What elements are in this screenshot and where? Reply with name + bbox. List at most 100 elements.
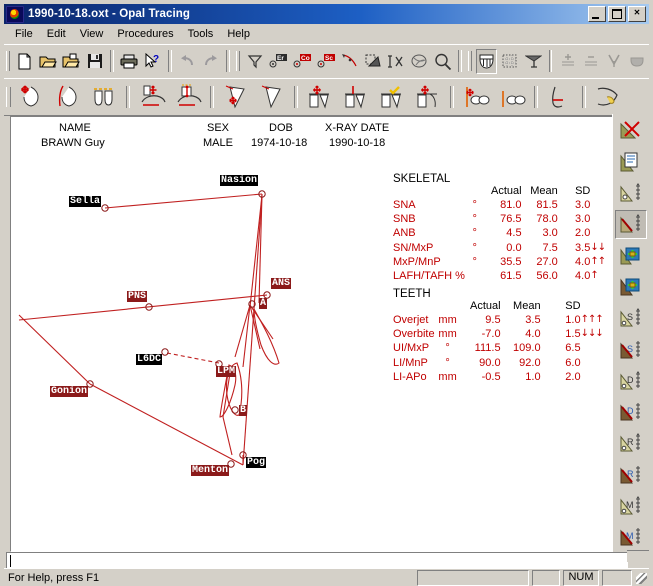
landmark-label-a: A [259, 298, 268, 309]
report-button[interactable] [615, 147, 647, 176]
down-arrow-tool-button[interactable] [604, 49, 625, 74]
analysis-measure-filled-button[interactable] [615, 209, 647, 240]
tip-upper-incisor-button[interactable] [339, 81, 373, 113]
undo-button[interactable] [177, 49, 198, 74]
rotate-profile-button[interactable] [51, 81, 85, 113]
row-unit [465, 269, 484, 283]
table-row: LAFH/TAFH % 61.5 56.0 4.0 ↑ [393, 269, 613, 283]
skeletal-s-filled-button[interactable]: S [615, 335, 647, 364]
row-sd: 2.0 [565, 370, 581, 383]
ratio-r-button[interactable]: R [615, 429, 647, 458]
move-upper-incisor-button[interactable] [303, 81, 337, 113]
measure-m-button[interactable]: M [615, 491, 647, 520]
row-mean: 92.0 [519, 356, 541, 369]
row-unit: ° [445, 356, 450, 369]
toolbar-separator [582, 86, 586, 108]
row-actual: 111.5 [474, 342, 501, 355]
corrected-landmark-button[interactable]: Co [291, 49, 313, 74]
curve-tool-button[interactable] [339, 49, 360, 74]
landmark-label-l6dc: L6DC [136, 354, 163, 365]
table-row: SNB ° 76.5 78.0 3.0 [393, 212, 613, 226]
maximize-button[interactable] [608, 6, 626, 22]
row-sd: 6.5 [565, 342, 581, 355]
row-mean: 78.0 [536, 213, 558, 226]
redo-button[interactable] [200, 49, 221, 74]
teeth-title: TEETH [393, 288, 431, 300]
menu-procedures[interactable]: Procedures [110, 26, 180, 42]
row-flag [581, 356, 607, 370]
menu-help[interactable]: Help [220, 26, 257, 42]
superimpose-alt-button[interactable] [615, 272, 647, 301]
show-grid-button[interactable] [499, 49, 520, 74]
toolbar-grip[interactable] [467, 51, 473, 71]
vertical-mandible-button[interactable] [171, 81, 205, 113]
row-sd: 4.0 [575, 270, 591, 283]
measure-m-filled-button[interactable]: M [615, 523, 647, 552]
open-file-button[interactable] [38, 49, 59, 74]
landmark-label-sella: Sella [69, 196, 102, 207]
toolbar-separator [210, 86, 214, 108]
table-row: Overjet mm 9.5 3.5 1.0 ↑↑↑ [393, 313, 607, 327]
outline-tool-button[interactable] [409, 49, 430, 74]
show-tracing-button[interactable] [523, 49, 544, 74]
minimize-button[interactable] [588, 6, 606, 22]
status-panel-2 [532, 569, 560, 586]
close-button[interactable]: ✕ [628, 6, 646, 22]
svg-text:S: S [627, 312, 633, 322]
measure-distance-button[interactable] [386, 49, 407, 74]
print-button[interactable] [119, 49, 140, 74]
save-button[interactable] [84, 49, 105, 74]
status-panel-1 [417, 569, 529, 586]
row-actual: 9.5 [485, 314, 501, 326]
select-landmark-button[interactable] [244, 49, 265, 74]
menu-view[interactable]: View [73, 26, 111, 42]
move-lower-incisor-button[interactable] [411, 81, 445, 113]
tracing-canvas[interactable]: NAME BRAWN Guy SEX MALE DOB 1974-10-18 X… [10, 116, 614, 552]
open-image-button[interactable] [61, 49, 82, 74]
svg-text:Er: Er [277, 55, 284, 62]
skeletal-s-button[interactable]: S [615, 304, 647, 333]
ratio-r-filled-button[interactable]: R [615, 460, 647, 489]
dental-d-button[interactable]: D [615, 366, 647, 395]
move-profile-button[interactable] [15, 81, 49, 113]
menu-edit[interactable]: Edit [40, 26, 73, 42]
toolbar-grip[interactable] [6, 51, 11, 71]
region-tool-button[interactable] [362, 49, 383, 74]
new-file-button[interactable] [14, 49, 35, 74]
toolbar-grip[interactable] [6, 87, 11, 107]
resize-grip[interactable] [635, 572, 647, 584]
rotate-maxilla-button[interactable] [255, 81, 289, 113]
row-mean: 81.5 [536, 199, 558, 211]
row-sd: 1.0 [565, 314, 581, 326]
chin-button[interactable] [543, 81, 577, 113]
move-maxilla-button[interactable] [219, 81, 253, 113]
check-incisor-button[interactable] [375, 81, 409, 113]
soft-tissue-button[interactable] [591, 81, 625, 113]
tooth-tool-button[interactable] [627, 49, 648, 74]
show-teeth-button[interactable] [476, 48, 498, 74]
analysis-measure-button[interactable] [615, 179, 647, 208]
row-actual: 61.5 [500, 270, 522, 283]
error-landmark-button[interactable]: Er [267, 49, 289, 74]
remove-superimpose-button[interactable] [581, 49, 602, 74]
toolbar-grip[interactable] [235, 51, 241, 71]
table-row: UI/MxP ° 111.5 109.0 6.5 [393, 341, 607, 355]
menu-tools[interactable]: Tools [181, 26, 221, 42]
menu-file[interactable]: File [8, 26, 40, 42]
molar-left-button[interactable] [459, 81, 493, 113]
move-mandible-button[interactable] [135, 81, 169, 113]
add-superimpose-button[interactable] [557, 49, 578, 74]
row-sd: 6.0 [565, 356, 581, 369]
teeth-pair-button[interactable] [87, 81, 121, 113]
molar-right-button[interactable] [495, 81, 529, 113]
row-actual: -7.0 [481, 328, 501, 341]
context-help-button[interactable]: ? [142, 49, 163, 74]
row-mean: 56.0 [536, 270, 558, 283]
scale-landmark-button[interactable]: Sc [315, 49, 337, 74]
dental-d-filled-button[interactable]: D [615, 398, 647, 427]
zoom-button[interactable] [432, 49, 453, 74]
no-analysis-button[interactable] [615, 116, 647, 145]
superimpose-button[interactable] [615, 241, 647, 270]
row-unit: mm [438, 370, 457, 383]
skeletal-header-sd: SD [575, 185, 591, 197]
